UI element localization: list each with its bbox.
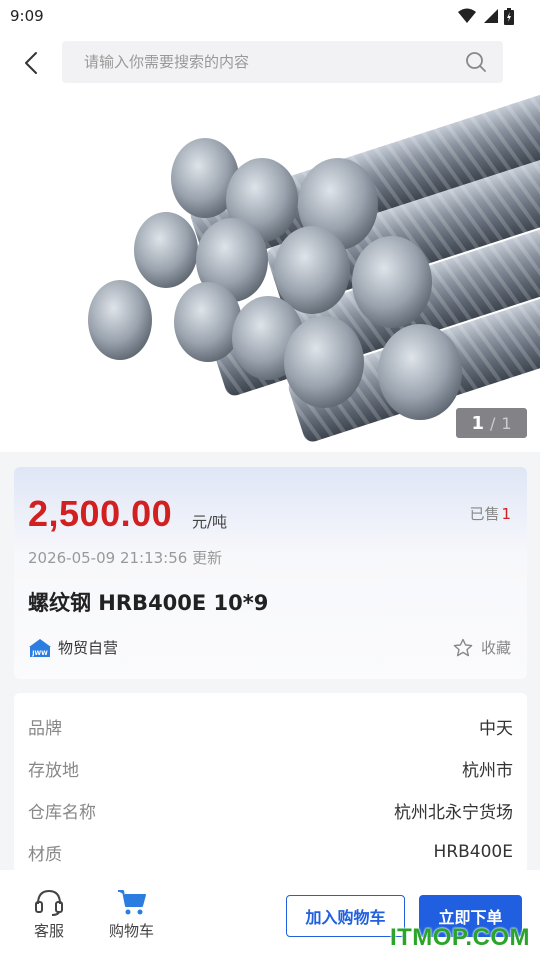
headset-icon — [35, 889, 63, 916]
spec-value: 杭州市 — [462, 760, 513, 781]
image-counter-separator: / — [489, 413, 496, 433]
product-price: 2,500.00 — [28, 493, 173, 534]
product-info-card: 2,500.00 元/吨 已售 1 2026-05-09 21:13:56 更新 … — [14, 467, 527, 679]
star-icon — [453, 638, 473, 656]
product-image[interactable]: 1 / 1 — [0, 94, 540, 452]
product-title: 螺纹钢 HRB400E 10*9 — [28, 591, 269, 615]
spec-row-brand: 品牌 中天 — [28, 705, 513, 747]
sold-count-value: 1 — [501, 505, 511, 523]
spec-value: 中天 — [479, 718, 513, 739]
svg-text:JWW: JWW — [31, 650, 48, 657]
cart-icon — [117, 890, 146, 915]
favorite-button[interactable]: 收藏 — [453, 637, 511, 658]
price-unit: 元/吨 — [192, 513, 228, 531]
spec-label: 材质 — [28, 844, 62, 865]
watermark: ITMOP.COM — [389, 924, 530, 951]
search-input[interactable] — [84, 53, 465, 71]
spec-value: 杭州北永宁货场 — [394, 802, 513, 823]
image-counter: 1 / 1 — [456, 408, 527, 438]
spec-card: 品牌 中天 存放地 杭州市 仓库名称 杭州北永宁货场 材质 HRB400E — [14, 693, 527, 873]
spec-row-material: 材质 HRB400E — [28, 831, 513, 873]
search-icon[interactable] — [465, 51, 487, 73]
cart-nav-button[interactable]: 购物车 — [109, 888, 154, 941]
customer-service-label: 客服 — [34, 922, 65, 940]
status-time: 9:09 — [10, 7, 44, 25]
image-counter-total: 1 — [501, 413, 512, 433]
update-time: 2026-05-09 21:13:56 更新 — [28, 549, 223, 567]
sold-count: 已售 1 — [469, 503, 511, 524]
status-bar: 9:09 — [0, 0, 540, 32]
store-logo-icon: JWW — [29, 638, 51, 657]
spec-label: 品牌 — [28, 718, 62, 739]
sold-label: 已售 — [469, 505, 500, 523]
spec-row-warehouse: 仓库名称 杭州北永宁货场 — [28, 789, 513, 831]
spec-row-location: 存放地 杭州市 — [28, 747, 513, 789]
back-button[interactable] — [0, 32, 62, 94]
image-counter-current: 1 — [471, 412, 484, 434]
signal-icon — [484, 9, 498, 23]
spec-label: 仓库名称 — [28, 802, 96, 823]
add-to-cart-button[interactable]: 加入购物车 — [286, 895, 405, 937]
chevron-left-icon — [25, 52, 37, 74]
search-box[interactable] — [62, 41, 503, 83]
store-row[interactable]: JWW 物贸自营 — [28, 637, 118, 658]
battery-icon — [504, 7, 514, 25]
wifi-icon — [458, 8, 476, 23]
spec-value: HRB400E — [433, 842, 513, 862]
top-bar — [0, 32, 540, 94]
steel-rebar-image — [88, 94, 540, 445]
cart-nav-label: 购物车 — [109, 922, 155, 940]
status-icons — [458, 7, 514, 25]
store-name: 物贸自营 — [58, 639, 119, 657]
customer-service-button[interactable]: 客服 — [34, 888, 64, 941]
favorite-label: 收藏 — [480, 639, 511, 657]
spec-label: 存放地 — [28, 760, 79, 781]
